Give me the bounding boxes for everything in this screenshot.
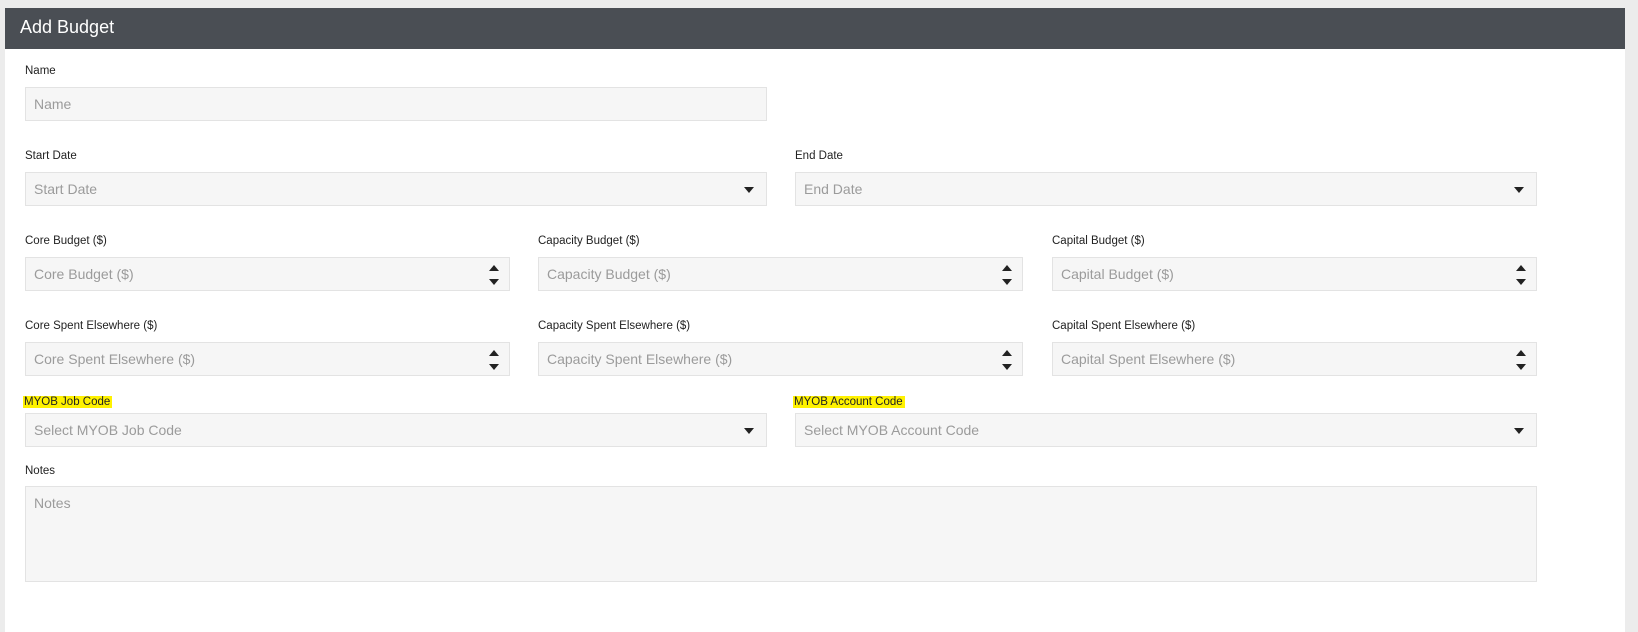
core-spent-label: Core Spent Elsewhere ($)	[25, 320, 158, 332]
arrow-up-icon[interactable]	[1002, 265, 1012, 271]
caret-down-icon[interactable]	[744, 187, 754, 193]
notes-field-wrapper	[25, 486, 1537, 582]
add-budget-panel: Add Budget Name Start Date End Date Core…	[5, 8, 1625, 632]
name-input[interactable]	[26, 88, 766, 120]
arrow-up-icon[interactable]	[1516, 265, 1526, 271]
capital-spent-label: Capital Spent Elsewhere ($)	[1052, 320, 1196, 332]
arrow-down-icon[interactable]	[1516, 279, 1526, 285]
notes-label: Notes	[25, 465, 56, 477]
core-budget-input[interactable]	[26, 258, 509, 290]
capacity-budget-input[interactable]	[539, 258, 1022, 290]
arrow-up-icon[interactable]	[1516, 350, 1526, 356]
myob-job-code-input[interactable]	[26, 414, 766, 446]
name-field-wrapper	[25, 87, 767, 121]
core-budget-label: Core Budget ($)	[25, 235, 107, 247]
start-date-label: Start Date	[25, 150, 77, 162]
capacity-spent-field-wrapper	[538, 342, 1023, 376]
caret-down-icon[interactable]	[1514, 187, 1524, 193]
panel-header: Add Budget	[5, 8, 1625, 49]
core-spent-input[interactable]	[26, 343, 509, 375]
end-date-label: End Date	[795, 150, 843, 162]
core-spent-field-wrapper	[25, 342, 510, 376]
myob-account-code-input[interactable]	[796, 414, 1536, 446]
arrow-up-icon[interactable]	[1002, 350, 1012, 356]
capital-budget-label: Capital Budget ($)	[1052, 235, 1145, 247]
name-label: Name	[25, 65, 56, 77]
arrow-down-icon[interactable]	[489, 279, 499, 285]
arrow-down-icon[interactable]	[1516, 364, 1526, 370]
myob-account-code-label: MYOB Account Code	[793, 396, 905, 408]
end-date-input[interactable]	[796, 173, 1536, 205]
capital-budget-field-wrapper	[1052, 257, 1537, 291]
end-date-select[interactable]	[795, 172, 1537, 206]
arrow-up-icon[interactable]	[489, 350, 499, 356]
capacity-spent-input[interactable]	[539, 343, 1022, 375]
capital-spent-field-wrapper	[1052, 342, 1537, 376]
spinner-arrows-icon[interactable]	[489, 348, 499, 372]
myob-account-code-select[interactable]	[795, 413, 1537, 447]
spinner-arrows-icon[interactable]	[1002, 263, 1012, 287]
capacity-budget-field-wrapper	[538, 257, 1023, 291]
arrow-down-icon[interactable]	[1002, 279, 1012, 285]
notes-textarea[interactable]	[26, 487, 1536, 581]
spinner-arrows-icon[interactable]	[1002, 348, 1012, 372]
page-scrollbar[interactable]	[1625, 8, 1638, 632]
myob-job-code-select[interactable]	[25, 413, 767, 447]
capacity-spent-label: Capacity Spent Elsewhere ($)	[538, 320, 691, 332]
capital-budget-input[interactable]	[1053, 258, 1536, 290]
myob-job-code-label: MYOB Job Code	[23, 396, 113, 408]
spinner-arrows-icon[interactable]	[489, 263, 499, 287]
spinner-arrows-icon[interactable]	[1516, 348, 1526, 372]
arrow-down-icon[interactable]	[489, 364, 499, 370]
start-date-input[interactable]	[26, 173, 766, 205]
arrow-down-icon[interactable]	[1002, 364, 1012, 370]
arrow-up-icon[interactable]	[489, 265, 499, 271]
caret-down-icon[interactable]	[744, 428, 754, 434]
capital-spent-input[interactable]	[1053, 343, 1536, 375]
page-title: Add Budget	[20, 17, 115, 37]
capacity-budget-label: Capacity Budget ($)	[538, 235, 640, 247]
start-date-select[interactable]	[25, 172, 767, 206]
caret-down-icon[interactable]	[1514, 428, 1524, 434]
spinner-arrows-icon[interactable]	[1516, 263, 1526, 287]
core-budget-field-wrapper	[25, 257, 510, 291]
